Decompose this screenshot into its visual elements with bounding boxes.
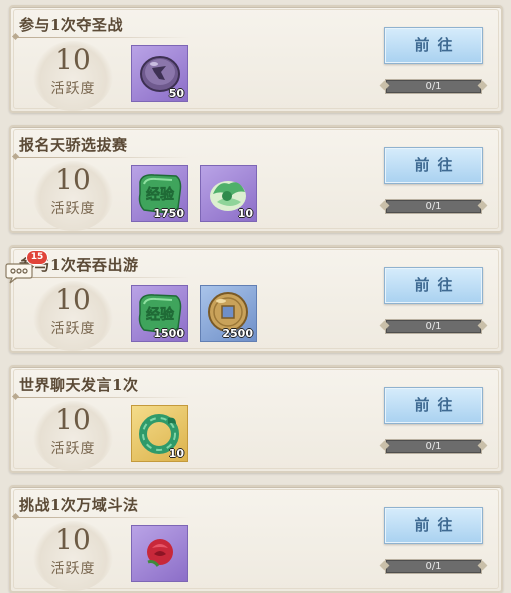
task-card: 报名天骄选拔赛 10 活跃度 经验 1750 10 前往 0/1 bbox=[9, 125, 503, 233]
title-divider bbox=[15, 37, 190, 38]
progress-bar: 0/1 bbox=[386, 200, 481, 213]
go-button[interactable]: 前往 bbox=[384, 267, 483, 304]
task-card: 挑战1次万域斗法 10 活跃度 前往 0/1 bbox=[9, 485, 503, 593]
reward-item[interactable]: 10 bbox=[131, 405, 188, 462]
task-title: 报名天骄选拔赛 bbox=[19, 136, 128, 154]
activity-points-label: 活跃度 bbox=[50, 441, 96, 457]
activity-points-value: 10 bbox=[55, 283, 91, 316]
go-button[interactable]: 前往 bbox=[384, 147, 483, 184]
reward-item[interactable]: 经验 1500 bbox=[131, 285, 188, 342]
go-button[interactable]: 前往 bbox=[384, 27, 483, 64]
progress-text: 0/1 bbox=[425, 441, 442, 452]
reward-count: 1500 bbox=[153, 327, 184, 340]
reward-item[interactable]: 2500 bbox=[200, 285, 257, 342]
progress-text: 0/1 bbox=[425, 201, 442, 212]
chat-bubble-icon[interactable] bbox=[5, 262, 33, 284]
reward-count: 1750 bbox=[153, 207, 184, 220]
reward-count: 50 bbox=[168, 87, 184, 100]
progress-text: 0/1 bbox=[425, 81, 442, 92]
unread-badge: 15 bbox=[26, 250, 48, 265]
red-rose-icon bbox=[147, 539, 173, 567]
activity-points: 10 活跃度 bbox=[33, 401, 113, 471]
activity-points-value: 10 bbox=[55, 43, 91, 76]
progress-text: 0/1 bbox=[425, 321, 442, 332]
reward-item[interactable] bbox=[131, 525, 188, 582]
activity-points-label: 活跃度 bbox=[50, 201, 96, 217]
task-card: 世界聊天发言1次 10 活跃度 10 前往 0/1 bbox=[9, 365, 503, 473]
activity-points-value: 10 bbox=[55, 403, 91, 436]
activity-points: 10 活跃度 bbox=[33, 161, 113, 231]
activity-points: 10 活跃度 bbox=[33, 41, 113, 111]
title-divider bbox=[15, 277, 190, 278]
go-button[interactable]: 前往 bbox=[384, 507, 483, 544]
activity-points-value: 10 bbox=[55, 163, 91, 196]
reward-count: 10 bbox=[168, 447, 184, 460]
activity-points: 10 活跃度 bbox=[33, 281, 113, 351]
progress-bar: 0/1 bbox=[386, 320, 481, 333]
reward-count: 2500 bbox=[222, 327, 253, 340]
title-divider bbox=[15, 397, 190, 398]
task-card: 参与1次吞吞出游 10 活跃度 经验 1500 2500 前往 0/1 bbox=[9, 245, 503, 353]
task-title: 世界聊天发言1次 bbox=[19, 376, 139, 394]
title-divider bbox=[15, 517, 190, 518]
title-divider bbox=[15, 157, 190, 158]
progress-bar: 0/1 bbox=[386, 80, 481, 93]
go-button[interactable]: 前往 bbox=[384, 387, 483, 424]
reward-item[interactable]: 10 bbox=[200, 165, 257, 222]
progress-bar: 0/1 bbox=[386, 440, 481, 453]
task-card: 参与1次夺圣战 10 活跃度 50 前往 0/1 bbox=[9, 5, 503, 113]
reward-count: 10 bbox=[237, 207, 253, 220]
activity-points-value: 10 bbox=[55, 523, 91, 556]
experience-glyph: 经验 bbox=[146, 186, 175, 203]
activity-points-label: 活跃度 bbox=[50, 561, 96, 577]
task-title: 参与1次夺圣战 bbox=[19, 16, 123, 34]
activity-points: 10 活跃度 bbox=[33, 521, 113, 591]
experience-glyph: 经验 bbox=[146, 306, 175, 323]
activity-points-label: 活跃度 bbox=[50, 321, 96, 337]
reward-item[interactable]: 经验 1750 bbox=[131, 165, 188, 222]
activity-points-label: 活跃度 bbox=[50, 81, 96, 97]
task-title: 挑战1次万域斗法 bbox=[19, 496, 139, 514]
reward-item[interactable]: 50 bbox=[131, 45, 188, 102]
